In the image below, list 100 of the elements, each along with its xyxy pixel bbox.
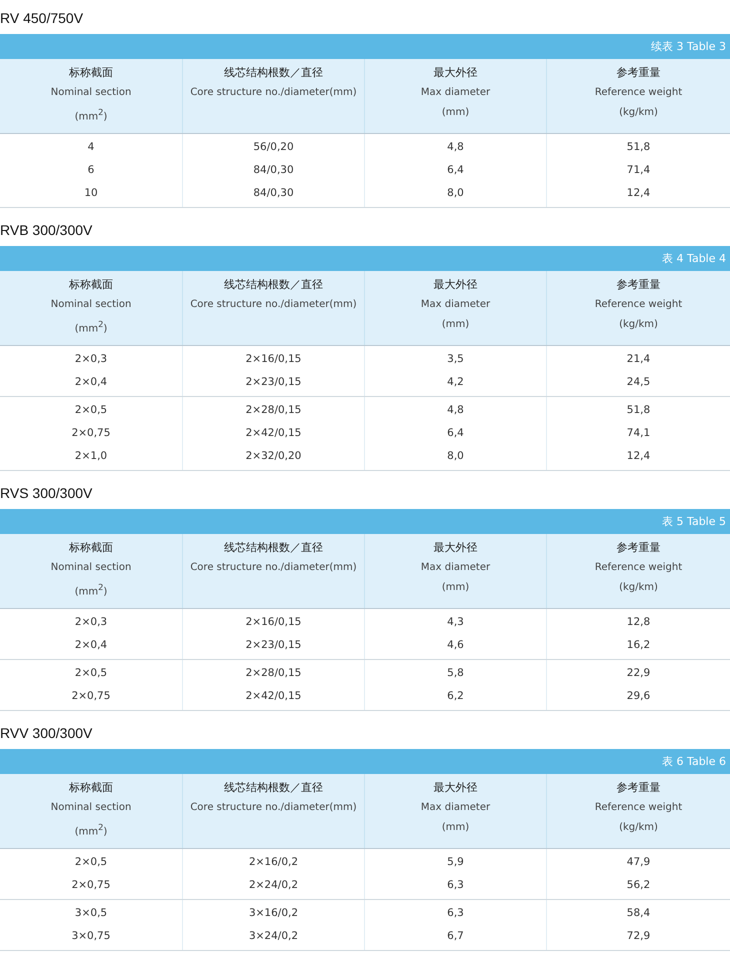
table-cell-text: 2×24/0,2	[248, 878, 298, 893]
table-caption: 表 5 Table 5	[662, 514, 726, 529]
column-heading: Max diameter	[420, 561, 490, 575]
column-unit: (kg/km)	[619, 821, 658, 835]
column-unit: (mm$^{2}$)	[74, 821, 108, 840]
table-cell-text: 2×0,4	[74, 375, 108, 390]
column-heading: 最大外径	[434, 540, 478, 555]
table-cell-text: 2×32/0,20	[246, 449, 302, 464]
column-unit: (mm)	[442, 581, 470, 595]
table-cell-text: 24,5	[626, 375, 650, 390]
table-cell-text: 6,7	[447, 929, 464, 944]
table-cell-text: 2×0,3	[74, 615, 108, 630]
table-cell-text: 12,4	[626, 449, 650, 464]
column-heading: Max diameter	[420, 801, 490, 815]
table-cell-text: 10	[84, 186, 98, 201]
column-heading: 线芯结构根数／直径	[224, 540, 323, 555]
column-heading: 参考重量	[616, 540, 660, 555]
column-heading: 参考重量	[616, 277, 660, 292]
table-cell-text: 8,0	[447, 186, 464, 201]
column-heading: 线芯结构根数／直径	[224, 65, 323, 80]
table-cell-text: 2×28/0,15	[246, 403, 302, 418]
table-cell-text: 72,9	[626, 929, 650, 944]
column-unit: (mm)	[442, 106, 470, 120]
column-heading: 参考重量	[616, 65, 660, 80]
column-heading: Core structure no./diameter(mm)	[190, 86, 357, 100]
column-heading: Nominal section	[50, 86, 132, 100]
table-cell-text: 2×1,0	[74, 449, 108, 464]
table-cell-text: 2×0,5	[74, 666, 108, 681]
table-cell-text: 4	[88, 140, 94, 155]
table-cell-text: 2×42/0,15	[246, 689, 302, 704]
table-cell-text: 4,2	[447, 375, 464, 390]
table-cell-text: 4,8	[447, 140, 464, 155]
table-caption: 续表 3 Table 3	[651, 39, 726, 54]
table-cell-text: 22,9	[626, 666, 650, 681]
table-cell-text: 5,9	[447, 855, 464, 870]
column-heading: Core structure no./diameter(mm)	[190, 298, 357, 312]
table-cell-text: 2×42/0,15	[246, 426, 302, 441]
column-heading: 线芯结构根数／直径	[224, 277, 323, 292]
column-unit: (mm)	[442, 821, 470, 835]
table-cell-text: 74,1	[626, 426, 650, 441]
table-cell-text: 47,9	[626, 855, 650, 870]
table-cell-text: 6,3	[447, 906, 464, 921]
table-cell-text: 6,2	[447, 689, 464, 704]
table-cell-text: 2×0,5	[74, 855, 108, 870]
column-heading: 标称截面	[69, 540, 113, 555]
section-title: RVB 300/300V	[0, 221, 94, 240]
column-heading: Max diameter	[420, 86, 490, 100]
table-cell-text: 2×0,5	[74, 403, 108, 418]
column-heading: Reference weight	[594, 561, 682, 575]
table-cell-text: 12,8	[626, 615, 650, 630]
column-heading: 线芯结构根数／直径	[224, 780, 323, 795]
column-heading: 标称截面	[69, 65, 113, 80]
table-cell-text: 2×0,3	[74, 352, 108, 367]
table-cell-text: 71,4	[626, 163, 650, 178]
table-cell-text: 6,4	[447, 426, 464, 441]
table-cell-text: 4,6	[447, 638, 464, 653]
column-heading: Nominal section	[50, 561, 132, 575]
table-cell-text: 4,8	[447, 403, 464, 418]
column-heading: Reference weight	[594, 801, 682, 815]
table-cell-text: 3×16/0,2	[248, 906, 298, 921]
column-heading: 参考重量	[616, 780, 660, 795]
table-cell-text: 6	[88, 163, 94, 178]
table-cell-text: 29,6	[626, 689, 650, 704]
table-cell-text: 56,2	[626, 878, 650, 893]
section-title: RVV 300/300V	[0, 724, 94, 743]
column-heading: 标称截面	[69, 277, 113, 292]
table-cell-text: 2×16/0,15	[246, 615, 302, 630]
table-cell-text: 2×23/0,15	[246, 638, 302, 653]
column-heading: Core structure no./diameter(mm)	[190, 801, 357, 815]
column-unit: (kg/km)	[619, 106, 658, 120]
table-caption: 表 6 Table 6	[662, 754, 726, 769]
table-cell-text: 2×0,4	[74, 638, 108, 653]
column-unit: (mm$^{2}$)	[74, 106, 108, 124]
table-cell-text: 2×0,75	[72, 689, 110, 704]
column-heading: Reference weight	[594, 298, 682, 312]
column-heading: 标称截面	[69, 780, 113, 795]
column-heading: 最大外径	[434, 65, 478, 80]
column-heading: 最大外径	[434, 780, 478, 795]
table-cell-text: 2×16/0,2	[248, 855, 298, 870]
table-cell-text: 51,8	[626, 140, 650, 155]
table-cell-text: 2×0,75	[72, 878, 110, 893]
table-cell-text: 3×0,75	[72, 929, 110, 944]
column-unit: (mm$^{2}$)	[74, 581, 108, 600]
table-caption: 表 4 Table 4	[662, 251, 726, 266]
column-unit: (kg/km)	[619, 581, 658, 595]
table-cell-text: 2×16/0,15	[246, 352, 302, 367]
column-heading: Nominal section	[50, 298, 132, 312]
table-cell-text: 4,3	[447, 615, 464, 630]
column-unit: (mm$^{2}$)	[74, 318, 108, 336]
table-cell-text: 56/0,20	[253, 140, 294, 155]
table-cell-text: 84/0,30	[253, 163, 294, 178]
table-cell-text: 16,2	[626, 638, 650, 653]
table-cell-text: 12,4	[626, 186, 650, 201]
section-title: RVS 300/300V	[0, 484, 94, 503]
table-cell-text: 51,8	[626, 403, 650, 418]
table-cell-text: 6,3	[447, 878, 464, 893]
column-unit: (kg/km)	[619, 318, 658, 332]
table-cell-text: 21,4	[626, 352, 650, 367]
column-heading: Core structure no./diameter(mm)	[190, 561, 357, 575]
section-title: RV 450/750V	[0, 9, 84, 28]
